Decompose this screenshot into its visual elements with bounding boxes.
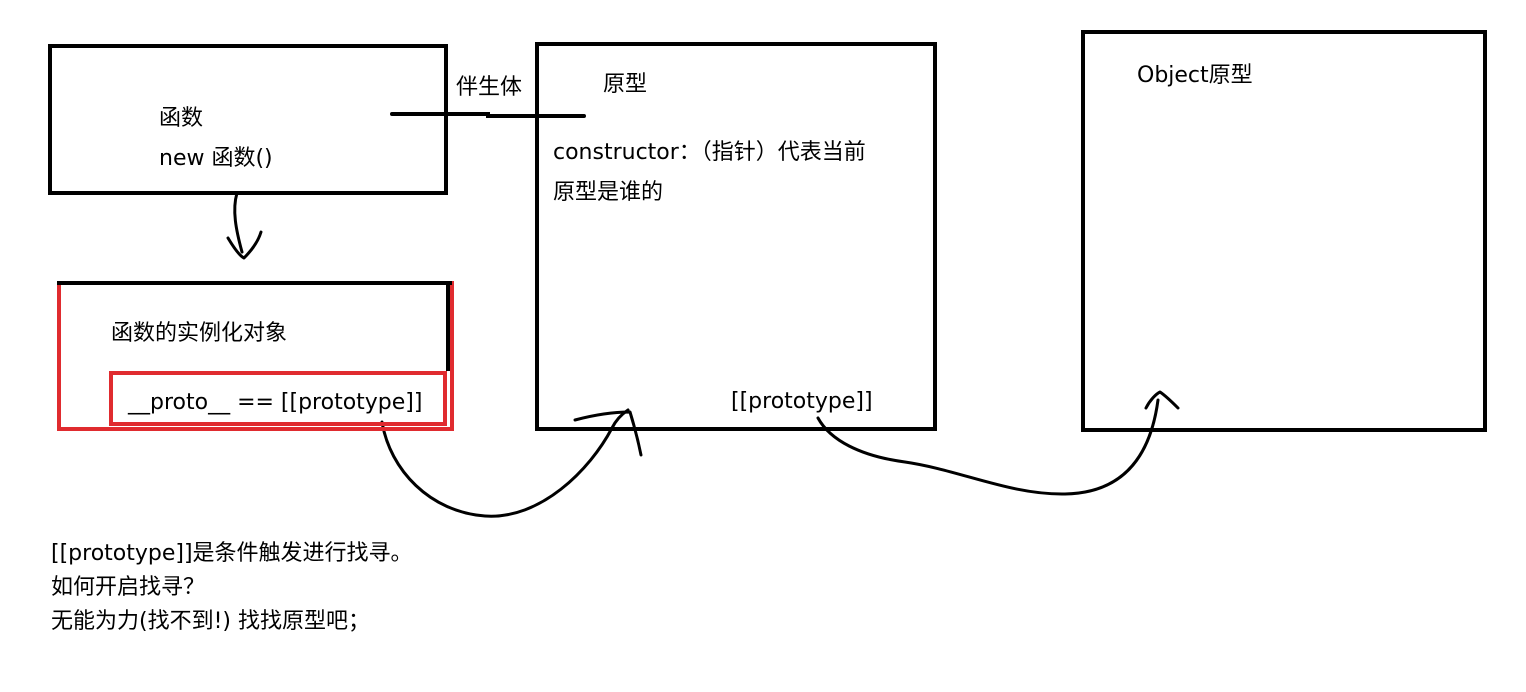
- note-line-2: 如何开启找寻？: [51, 575, 206, 600]
- arrow-function-to-instance: [233, 191, 244, 254]
- note-line-1: [[prototype]]是条件触发进行找寻。: [51, 541, 413, 566]
- instance-box-right-edge: [446, 281, 450, 371]
- prototype-link-label: [[prototype]]: [731, 389, 873, 414]
- object-prototype-title: Object原型: [1137, 63, 1253, 88]
- new-function-label: new 函数(): [159, 146, 273, 171]
- instance-box-top-edge: [57, 281, 452, 285]
- prototype-box: [535, 42, 937, 431]
- note-line-3: 无能为力(找不到!) 找找原型吧；: [51, 609, 370, 634]
- companion-label: 伴生体: [456, 75, 523, 100]
- instance-title: 函数的实例化对象: [111, 321, 288, 346]
- constructor-text-line1: constructor：（指针）代表当前: [553, 140, 866, 165]
- arrow-function-to-instance-head: [226, 230, 263, 260]
- constructor-text-line2: 原型是谁的: [553, 180, 664, 205]
- proto-equals-text: __proto__ == [[prototype]]: [128, 390, 423, 415]
- notes: [[prototype]]是条件触发进行找寻。 如何开启找寻？ 无能为力(找不到…: [51, 537, 413, 639]
- prototype-title: 原型: [603, 72, 648, 97]
- function-label: 函数: [159, 106, 204, 131]
